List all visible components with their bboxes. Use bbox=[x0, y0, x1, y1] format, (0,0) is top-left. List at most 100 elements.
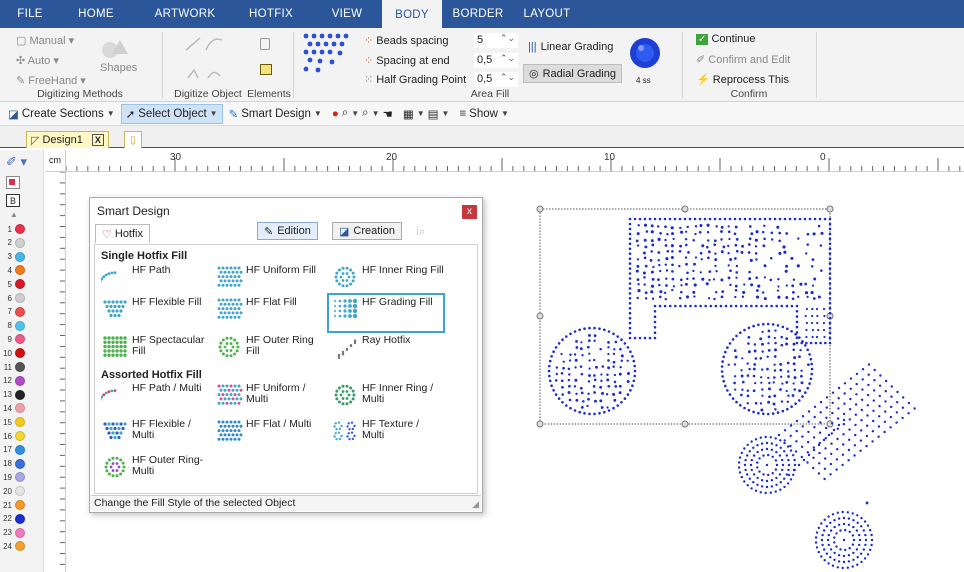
hf-texture-multi-item[interactable]: HF Texture / Multi bbox=[331, 419, 441, 443]
confirm-edit-button[interactable]: ✐ Confirm and Edit bbox=[696, 53, 790, 66]
element-icon-2[interactable] bbox=[260, 64, 272, 75]
new-tab-button[interactable]: ▯ bbox=[124, 131, 142, 148]
b-mode-icon[interactable]: B bbox=[6, 194, 20, 207]
freehand-button[interactable]: ✎ FreeHand ▾ bbox=[16, 74, 86, 87]
grid-tools[interactable]: ▦ ▼ ▤ ▼ bbox=[399, 104, 454, 124]
palette-color-17[interactable]: 17 bbox=[2, 443, 25, 457]
palette-color-4[interactable]: 4 bbox=[2, 263, 25, 277]
create-sections-button[interactable]: ◪ Create Sections ▼ bbox=[4, 104, 119, 124]
tab-view[interactable]: VIEW bbox=[312, 0, 382, 28]
reprocess-button[interactable]: ⚡ Reprocess This bbox=[696, 73, 789, 86]
palette-number: 8 bbox=[7, 321, 12, 331]
hf-flexible-fill-item[interactable]: HF Flexible Fill bbox=[101, 297, 201, 321]
spacing-end-input[interactable]: 0,5 ⌃⌄ bbox=[474, 53, 518, 68]
shapes-button[interactable]: Shapes bbox=[100, 62, 137, 74]
hf-inner-ring-multi-item[interactable]: HF Inner Ring / Multi bbox=[331, 383, 441, 407]
palette-color-12[interactable]: 12 bbox=[2, 374, 25, 388]
palette-color-18[interactable]: 18 bbox=[2, 457, 25, 471]
linear-grading-button[interactable]: ||| Linear Grading bbox=[523, 38, 618, 56]
radial-grading-button[interactable]: ◎ Radial Grading bbox=[523, 64, 622, 83]
palette-color-13[interactable]: 13 bbox=[2, 388, 25, 402]
edition-icon: ✎ bbox=[264, 225, 274, 238]
pen-tool-icon[interactable]: ✐ ▾ bbox=[6, 154, 27, 170]
palette-color-8[interactable]: 8 bbox=[2, 319, 25, 333]
color-swatch-icon bbox=[15, 389, 25, 400]
palette-color-16[interactable]: 16 bbox=[2, 429, 25, 443]
palette-color-14[interactable]: 14 bbox=[2, 401, 25, 415]
tab-layout[interactable]: LAYOUT bbox=[514, 0, 580, 28]
edition-button[interactable]: ✎ Edition bbox=[257, 222, 318, 240]
palette-color-6[interactable]: 6 bbox=[2, 291, 25, 305]
hf-spectacular-fill-item[interactable]: HF Spectacular Fill bbox=[101, 335, 211, 359]
smart-design-button[interactable]: ✎ Smart Design ▼ bbox=[225, 104, 326, 124]
hf-flat-multi-icon bbox=[217, 420, 243, 441]
color-swatch-icon bbox=[15, 293, 25, 303]
create-sections-icon: ◪ bbox=[8, 108, 19, 121]
hf-flat-fill-item[interactable]: HF Flat Fill bbox=[215, 297, 297, 321]
bead-gem-icon[interactable] bbox=[628, 36, 662, 70]
palette-number: 17 bbox=[3, 445, 12, 455]
color-swatch-icon bbox=[15, 375, 25, 386]
tab-hotfix-dialog[interactable]: ♡ Hotfix bbox=[95, 224, 150, 243]
hf-inner-ring-fill-item[interactable]: HF Inner Ring Fill bbox=[331, 265, 471, 289]
palette-color-23[interactable]: 23 bbox=[2, 526, 25, 540]
tab-border[interactable]: BORDER bbox=[442, 0, 514, 28]
color-swatch-icon bbox=[15, 224, 25, 234]
close-tab-icon[interactable]: X bbox=[91, 134, 104, 146]
palette-color-20[interactable]: 20 bbox=[2, 484, 25, 498]
palette-scroll-up[interactable]: ▲ bbox=[10, 210, 18, 219]
beads-spacing-input[interactable]: 5 ⌃⌄ bbox=[474, 33, 518, 48]
palette-color-2[interactable]: 2 bbox=[2, 236, 25, 250]
hf-flexible-multi-item[interactable]: HF Flexible / Multi bbox=[101, 419, 211, 443]
auto-button[interactable]: ✣ Auto ▾ bbox=[16, 54, 59, 67]
palette-number: 2 bbox=[7, 238, 12, 248]
show-button[interactable]: ≡ Show ▼ bbox=[455, 104, 512, 124]
palette-color-10[interactable]: 10 bbox=[2, 346, 25, 360]
color-mode-icon[interactable] bbox=[6, 176, 20, 189]
select-object-button[interactable]: ➚ Select Object ▼ bbox=[120, 103, 223, 124]
creation-button[interactable]: ◪ Creation bbox=[332, 222, 402, 240]
ray-hotfix-item[interactable]: Ray Hotfix bbox=[331, 335, 410, 359]
tab-hotfix[interactable]: HOTFIX bbox=[230, 0, 312, 28]
palette-color-15[interactable]: 15 bbox=[2, 415, 25, 429]
palette-color-11[interactable]: 11 bbox=[2, 360, 25, 374]
music-note-design[interactable] bbox=[547, 217, 832, 416]
palette-color-21[interactable]: 21 bbox=[2, 498, 25, 512]
hf-flexible-fill-icon bbox=[103, 300, 127, 318]
hf-grading-fill-item[interactable]: HF Grading Fill bbox=[327, 293, 445, 333]
tab-home[interactable]: HOME bbox=[52, 0, 140, 28]
palette-color-22[interactable]: 22 bbox=[2, 512, 25, 526]
hf-outer-ring-fill-item[interactable]: HF Outer Ring Fill bbox=[215, 335, 325, 359]
resize-grip-icon[interactable]: ◢ bbox=[472, 499, 479, 510]
palette-color-9[interactable]: 9 bbox=[2, 332, 25, 346]
music-note-design-2[interactable] bbox=[737, 363, 916, 570]
zoom-tools[interactable]: ● ⌕ ▼ ⌕ ▼ ☚ bbox=[328, 104, 397, 124]
tab-file[interactable]: FILE bbox=[8, 0, 52, 28]
continue-button[interactable]: ✓ Continue bbox=[696, 33, 756, 45]
hf-path-item[interactable]: HF Path bbox=[101, 265, 171, 289]
palette-color-5[interactable]: 5 bbox=[2, 277, 25, 291]
palette-color-7[interactable]: 7 bbox=[2, 305, 25, 319]
digitize-object-icons[interactable] bbox=[184, 34, 234, 84]
area-fill-preview-icon[interactable] bbox=[300, 32, 352, 76]
dialog-options-icon[interactable]: ⁞⌕ bbox=[416, 226, 425, 239]
tab-artwork[interactable]: ARTWORK bbox=[140, 0, 230, 28]
element-icon-1[interactable] bbox=[260, 38, 270, 50]
color-swatch-icon bbox=[15, 527, 25, 538]
palette-color-24[interactable]: 24 bbox=[2, 539, 25, 553]
manual-button[interactable]: ▢ Manual ▾ bbox=[16, 34, 74, 47]
view-icon: ▤ bbox=[427, 108, 439, 121]
hf-uniform-fill-item[interactable]: HF Uniform Fill bbox=[215, 265, 316, 289]
hf-uniform-multi-item[interactable]: HF Uniform / Multi bbox=[215, 383, 325, 407]
dialog-close-button[interactable]: x bbox=[462, 205, 477, 219]
hf-outer-ring-multi-item[interactable]: HF Outer Ring-Multi bbox=[101, 455, 211, 479]
hf-flat-multi-item[interactable]: HF Flat / Multi bbox=[215, 419, 311, 443]
palette-color-3[interactable]: 3 bbox=[2, 250, 25, 264]
palette-color-1[interactable]: 1 bbox=[2, 222, 25, 236]
tab-design1[interactable]: ◸ Design1 X bbox=[26, 131, 109, 148]
digitize-object-label: Digitize Object bbox=[174, 88, 242, 100]
hf-path-multi-item[interactable]: HF Path / Multi bbox=[101, 383, 201, 407]
palette-color-19[interactable]: 19 bbox=[2, 470, 25, 484]
tab-body[interactable]: BODY bbox=[382, 0, 442, 28]
half-grading-input[interactable]: 0,5 ⌃⌄ bbox=[474, 72, 518, 87]
